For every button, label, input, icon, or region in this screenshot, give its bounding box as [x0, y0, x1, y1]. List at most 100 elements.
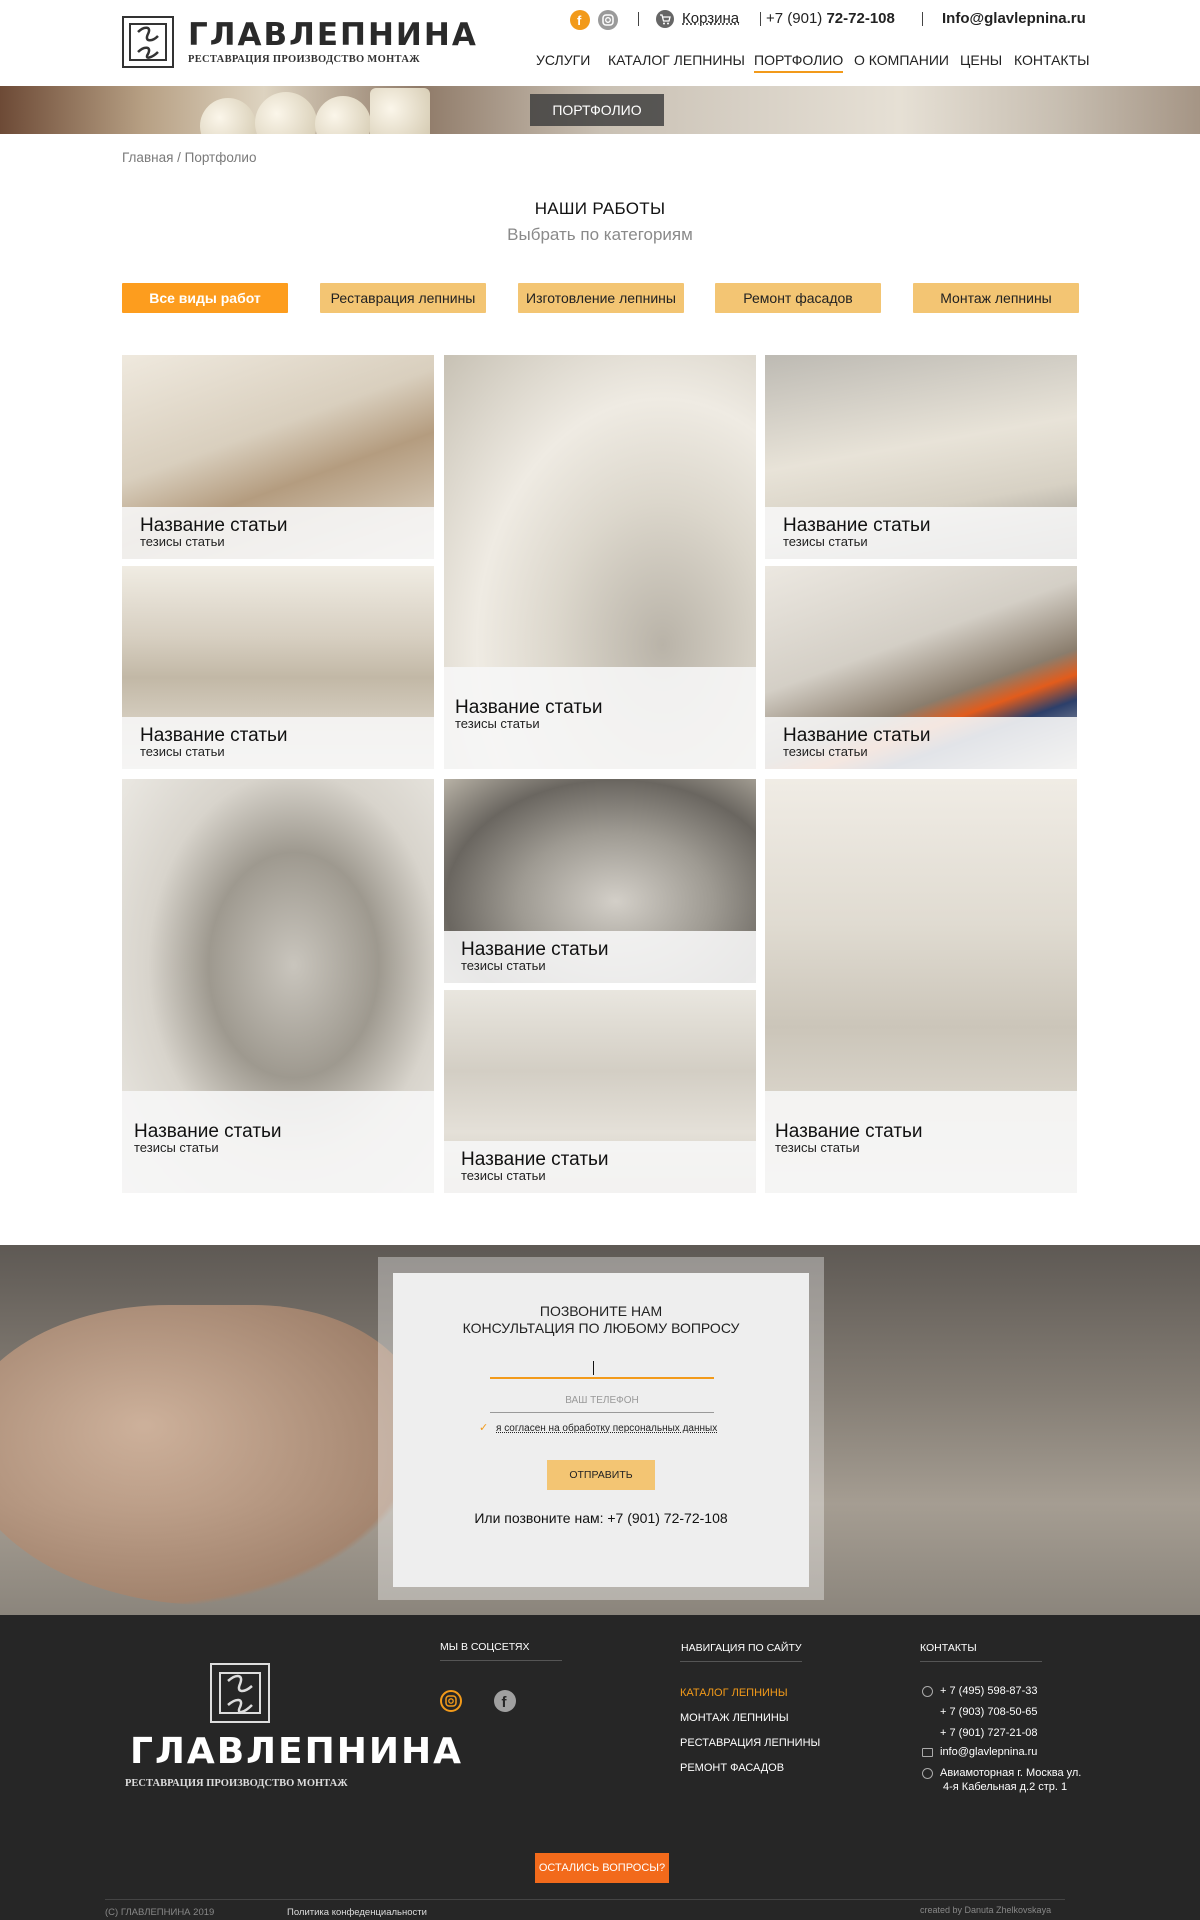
- filter-all[interactable]: Все виды работ: [122, 283, 288, 313]
- footer-address: Авиамоторная г. Москва ул.: [940, 1767, 1082, 1779]
- divider: [922, 12, 923, 26]
- divider: [680, 1661, 802, 1662]
- copyright: (С) ГЛАВЛЕПНИНА 2019: [105, 1907, 215, 1918]
- cart-icon[interactable]: [656, 10, 674, 28]
- card-caption: Название статьи тезисы статьи: [765, 1091, 1077, 1193]
- nav-item-about[interactable]: О КОМПАНИИ: [854, 52, 949, 68]
- banner-decor: [315, 96, 371, 134]
- banner-decor: [370, 88, 430, 134]
- divider: [638, 12, 639, 26]
- card-caption: Название статьи тезисы статьи: [444, 667, 756, 769]
- filter-installation[interactable]: Монтаж лепнины: [913, 283, 1079, 313]
- filter-facade-repair[interactable]: Ремонт фасадов: [715, 283, 881, 313]
- site-footer: ГЛАВЛЕПНИНА РЕСТАВРАЦИЯ ПРОИЗВОДСТВО МОН…: [0, 1615, 1200, 1920]
- facebook-icon[interactable]: f: [570, 10, 590, 30]
- contacts-title: КОНТАКТЫ: [920, 1642, 977, 1654]
- site-nav-title: НАВИГАЦИЯ ПО САЙТУ: [681, 1642, 802, 1654]
- nav-item-catalog[interactable]: КАТАЛОГ ЛЕПНИНЫ: [608, 52, 745, 68]
- name-input[interactable]: [490, 1355, 714, 1379]
- site-logo[interactable]: ГЛАВЛЕПНИНА РЕСТАВРАЦИЯ ПРОИЗВОДСТВО МОН…: [122, 16, 476, 72]
- card-subtitle: тезисы статьи: [140, 534, 225, 549]
- filter-restoration[interactable]: Реставрация лепнины: [320, 283, 486, 313]
- nav-item-prices[interactable]: ЦЕНЫ: [960, 52, 1002, 68]
- card-caption: Название статьи тезисы статьи: [765, 717, 1077, 769]
- checkmark-icon[interactable]: ✓: [479, 1423, 489, 1434]
- card-subtitle: тезисы статьи: [783, 744, 868, 759]
- privacy-policy-link[interactable]: Политика конфеденциальности: [287, 1907, 427, 1918]
- nav-item-contacts[interactable]: КОНТАКТЫ: [1014, 52, 1090, 68]
- card-subtitle: тезисы статьи: [461, 958, 546, 973]
- page-title: НАШИ РАБОТЫ: [534, 199, 666, 218]
- category-filters: Все виды работ Реставрация лепнины Изгот…: [122, 283, 1079, 313]
- footer-nav-restoration[interactable]: РЕСТАВРАЦИЯ ЛЕПНИНЫ: [680, 1737, 820, 1749]
- nav-item-services[interactable]: УСЛУГИ: [536, 52, 590, 68]
- footer-phone[interactable]: + 7 (901) 727-21-08: [940, 1727, 1038, 1739]
- callback-phone-text: Или позвоните нам: +7 (901) 72-72-108: [474, 1510, 728, 1526]
- phone-input[interactable]: [490, 1389, 714, 1413]
- portfolio-grid: Название статьи тезисы статьи Название с…: [0, 0, 1200, 1200]
- banner-decor: [200, 98, 256, 134]
- portfolio-card[interactable]: Название статьи тезисы статьи: [444, 355, 756, 769]
- facebook-icon[interactable]: f: [494, 1690, 516, 1712]
- callback-form: ПОЗВОНИТЕ НАМ КОНСУЛЬТАЦИЯ ПО ЛЮБОМУ ВОП…: [393, 1273, 809, 1587]
- instagram-icon[interactable]: [440, 1690, 462, 1712]
- card-caption: Название статьи тезисы статьи: [765, 507, 1077, 559]
- breadcrumb[interactable]: Главная / Портфолио: [122, 150, 257, 165]
- designer-credit: created by Danuta Zhelkovskaya: [920, 1905, 1052, 1915]
- portfolio-card[interactable]: Название статьи тезисы статьи: [765, 355, 1077, 559]
- cart-link[interactable]: Корзина: [682, 10, 739, 27]
- card-caption: Название статьи тезисы статьи: [122, 1091, 434, 1193]
- callback-section: ПОЗВОНИТЕ НАМ КОНСУЛЬТАЦИЯ ПО ЛЮБОМУ ВОП…: [0, 1245, 1200, 1615]
- map-pin-icon: [922, 1768, 933, 1779]
- portfolio-card[interactable]: Название статьи тезисы статьи: [765, 566, 1077, 769]
- portfolio-card[interactable]: Название статьи тезисы статьи: [765, 779, 1077, 1193]
- portfolio-card[interactable]: Название статьи тезисы статьи: [122, 566, 434, 769]
- footer-email[interactable]: info@glavlepnina.ru: [940, 1746, 1037, 1758]
- questions-button[interactable]: ОСТАЛИСЬ ВОПРОСЫ?: [535, 1853, 669, 1883]
- svg-text:f: f: [502, 1694, 508, 1711]
- social-title: МЫ В СОЦСЕТЯХ: [440, 1641, 530, 1653]
- footer-nav-catalog[interactable]: КАТАЛОГ ЛЕПНИНЫ: [680, 1687, 788, 1699]
- card-subtitle: тезисы статьи: [455, 716, 540, 731]
- footer-address: 4-я Кабельная д.2 стр. 1: [943, 1781, 1068, 1793]
- portfolio-card[interactable]: Название статьи тезисы статьи: [122, 779, 434, 1193]
- card-caption: Название статьи тезисы статьи: [122, 717, 434, 769]
- phone-icon: [922, 1686, 933, 1697]
- page-banner: ПОРТФОЛИО: [0, 86, 1200, 134]
- footer-nav-installation[interactable]: МОНТАЖ ЛЕПНИНЫ: [680, 1712, 789, 1724]
- banner-decor: [255, 92, 317, 134]
- phone-number: 72-72-108: [826, 10, 895, 27]
- card-subtitle: тезисы статьи: [783, 534, 868, 549]
- footer-phone[interactable]: + 7 (495) 598-87-33: [940, 1685, 1038, 1697]
- callback-subtitle: КОНСУЛЬТАЦИЯ ПО ЛЮБОМУ ВОПРОСУ: [462, 1320, 740, 1336]
- nav-item-portfolio[interactable]: ПОРТФОЛИО: [754, 52, 844, 73]
- footer-phone[interactable]: + 7 (903) 708-50-65: [940, 1706, 1038, 1718]
- instagram-icon[interactable]: [598, 10, 618, 30]
- portfolio-card[interactable]: Название статьи тезисы статьи: [444, 779, 756, 983]
- submit-button[interactable]: ОТПРАВИТЬ: [547, 1460, 655, 1490]
- footer-nav-facade[interactable]: РЕМОНТ ФАСАДОВ: [680, 1762, 784, 1774]
- mail-icon: [922, 1748, 933, 1757]
- consent-label[interactable]: я согласен на обработку персональных дан…: [496, 1423, 717, 1434]
- filter-manufacturing[interactable]: Изготовление лепнины: [518, 283, 684, 313]
- logo-ornament-icon: [210, 1663, 270, 1723]
- callback-title: ПОЗВОНИТЕ НАМ: [539, 1303, 663, 1319]
- background-photo: [0, 1305, 420, 1605]
- footer-logo-tagline: РЕСТАВРАЦИЯ ПРОИЗВОДСТВО МОНТАЖ: [125, 1778, 348, 1789]
- portfolio-card[interactable]: Название статьи тезисы статьи: [444, 990, 756, 1193]
- header-phone[interactable]: +7 (901) 72-72-108: [766, 10, 895, 27]
- logo-ornament-icon: [122, 16, 174, 68]
- card-subtitle: тезисы статьи: [140, 744, 225, 759]
- card-subtitle: тезисы статьи: [134, 1140, 219, 1155]
- top-contacts: f Корзина +7 (901) 72-72-108 Info@glavle…: [570, 10, 1090, 30]
- site-header: ГЛАВЛЕПНИНА РЕСТАВРАЦИЯ ПРОИЗВОДСТВО МОН…: [0, 0, 1200, 86]
- text-caret: [593, 1361, 594, 1375]
- logo-name: ГЛАВЛЕПНИНА: [188, 17, 478, 53]
- card-caption: Название статьи тезисы статьи: [444, 1141, 756, 1193]
- banner-label: ПОРТФОЛИО: [530, 94, 664, 126]
- portfolio-card[interactable]: Название статьи тезисы статьи: [122, 355, 434, 559]
- page-subtitle: Выбрать по категориям: [507, 225, 693, 244]
- phone-prefix: +7 (901): [766, 10, 827, 27]
- header-email[interactable]: Info@glavlepnina.ru: [942, 10, 1086, 27]
- footer-logo[interactable]: ГЛАВЛЕПНИНА РЕСТАВРАЦИЯ ПРОИЗВОДСТВО МОН…: [120, 1663, 461, 1793]
